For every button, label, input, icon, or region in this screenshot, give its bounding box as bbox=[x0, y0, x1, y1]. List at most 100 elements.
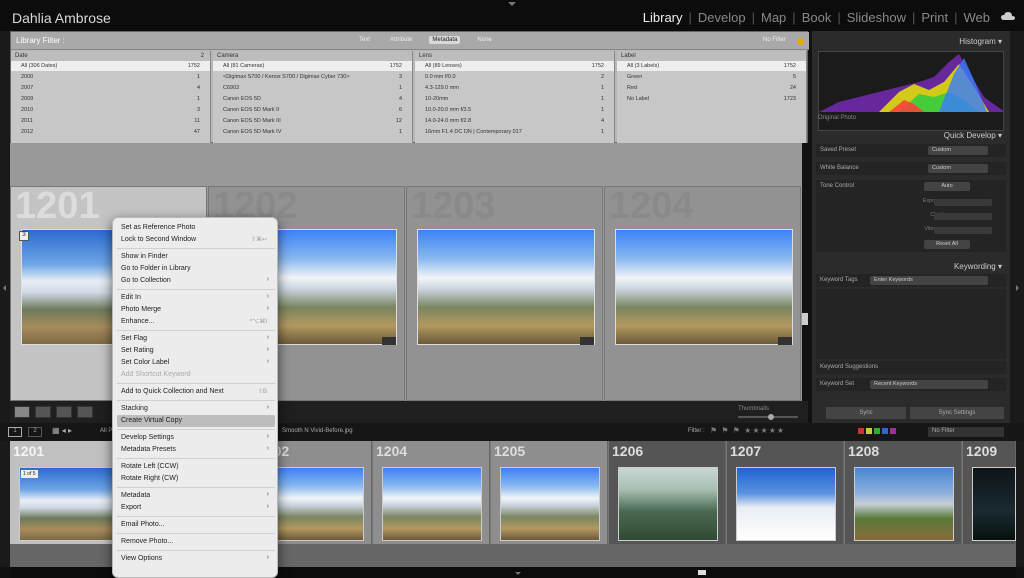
list-item[interactable]: 14.0-24.0 mm f/2.8 4 bbox=[415, 116, 614, 126]
photo-thumbnail[interactable] bbox=[19, 467, 119, 541]
context-menu-item[interactable]: Lock to Second Window ⇧⌘↩ bbox=[113, 234, 277, 246]
context-menu-item[interactable]: Set Flag › bbox=[113, 333, 277, 345]
grid-view-icon[interactable] bbox=[14, 406, 30, 418]
list-item[interactable]: 10-20mm 1 bbox=[415, 94, 614, 104]
reset-all-button[interactable]: Reset All bbox=[924, 240, 970, 249]
survey-view-icon[interactable] bbox=[77, 406, 93, 418]
photo-thumbnail[interactable] bbox=[618, 467, 718, 541]
context-menu-item[interactable]: Set as Reference Photo bbox=[113, 222, 277, 234]
photo-thumbnail[interactable] bbox=[500, 467, 600, 541]
sync-settings-button[interactable]: Sync Settings bbox=[910, 407, 1004, 419]
context-menu-item[interactable]: Export › bbox=[113, 502, 277, 514]
context-menu-item[interactable]: Edit In › bbox=[113, 292, 277, 304]
context-menu-item[interactable]: Photo Merge › bbox=[113, 304, 277, 316]
tab-metadata[interactable]: Metadata bbox=[429, 36, 461, 44]
module-map[interactable]: Map bbox=[755, 10, 792, 25]
keyword-text-area[interactable] bbox=[816, 289, 1006, 359]
context-menu-item[interactable]: Metadata Presets › bbox=[113, 444, 277, 456]
context-menu-item[interactable]: View Options › bbox=[113, 553, 277, 565]
collapse-bottom-icon[interactable] bbox=[515, 572, 521, 575]
filmstrip-cell[interactable]: 1204 bbox=[373, 441, 490, 544]
main-window-button[interactable]: 1 bbox=[8, 427, 22, 437]
list-item[interactable]: Green 5 bbox=[617, 72, 806, 82]
list-item[interactable]: Canon EOS 5D 4 bbox=[213, 94, 412, 104]
photo-thumbnail[interactable] bbox=[854, 467, 954, 541]
list-item[interactable]: 4.3-129.0 mm 1 bbox=[415, 83, 614, 93]
filmstrip-path-prefix[interactable]: All P bbox=[100, 428, 112, 434]
keyword-set-select[interactable]: Recent Keywords bbox=[870, 380, 988, 389]
filmstrip-cell[interactable]: 1205 bbox=[491, 441, 608, 544]
photo-thumbnail[interactable] bbox=[972, 467, 1016, 541]
context-menu-item[interactable]: Rotate Right (CW) bbox=[113, 473, 277, 485]
grid-nav-icon[interactable]: ▦ ◂ ▸ bbox=[52, 426, 72, 435]
list-item[interactable]: All (3 Labels) 1752 bbox=[617, 61, 806, 71]
context-menu-item[interactable]: Develop Settings › bbox=[113, 432, 277, 444]
module-web[interactable]: Web bbox=[958, 10, 997, 25]
sync-button[interactable]: Sync bbox=[826, 407, 906, 419]
tab-attribute[interactable]: Attribute bbox=[387, 36, 415, 44]
vibrance-buttons[interactable] bbox=[934, 227, 992, 234]
context-menu-item[interactable]: Stacking › bbox=[113, 403, 277, 415]
filmstrip-scroll-thumb[interactable] bbox=[698, 570, 706, 575]
list-item[interactable]: 10.0-20.0 mm f/3.5 1 bbox=[415, 105, 614, 115]
list-item[interactable]: 2011 11 bbox=[11, 116, 210, 126]
grid-cell[interactable]: 1203 bbox=[406, 185, 603, 401]
collapse-right-icon[interactable] bbox=[1016, 285, 1019, 291]
filmstrip-cell[interactable]: 1201 1 of 5 bbox=[10, 441, 127, 544]
list-item[interactable]: 2009 1 bbox=[11, 94, 210, 104]
slider-handle[interactable] bbox=[768, 414, 774, 420]
photo-thumbnail[interactable] bbox=[264, 467, 364, 541]
filter-preset[interactable]: No Filter bbox=[763, 37, 786, 43]
filter-select[interactable]: No Filter bbox=[928, 427, 1004, 437]
list-item[interactable]: Canon EOS 5D Mark II 6 bbox=[213, 105, 412, 115]
list-item[interactable]: All (81 Cameras) 1752 bbox=[213, 61, 412, 71]
collapse-left-icon[interactable] bbox=[3, 285, 6, 291]
list-item[interactable]: All (306 Dates) 1752 bbox=[11, 61, 210, 71]
context-menu-item[interactable]: Email Photo... bbox=[113, 519, 277, 531]
tab-text[interactable]: Text bbox=[356, 36, 373, 44]
tab-none[interactable]: None bbox=[474, 36, 494, 44]
list-item[interactable]: <Digimax S700 / Kenox S700 / Digimax Cyb… bbox=[213, 72, 412, 82]
list-item[interactable]: 2012 47 bbox=[11, 127, 210, 137]
filter-stars-icon[interactable]: ⚑ ⚑ ⚑ ★★★★★ bbox=[710, 426, 785, 435]
context-menu-item[interactable]: Enhance... ^⌥⌘I bbox=[113, 316, 277, 328]
saved-preset-select[interactable]: Custom bbox=[928, 146, 988, 155]
list-item[interactable]: 2010 3 bbox=[11, 105, 210, 115]
list-item[interactable]: C6903 1 bbox=[213, 83, 412, 93]
filmstrip-cell[interactable]: 1209 bbox=[963, 441, 1016, 544]
cloud-icon[interactable] bbox=[1001, 12, 1015, 21]
second-window-button[interactable]: 2 bbox=[28, 427, 42, 437]
module-print[interactable]: Print bbox=[915, 10, 954, 25]
collapse-top-icon[interactable] bbox=[508, 2, 516, 6]
list-item[interactable]: No Label 1723 bbox=[617, 94, 806, 104]
left-panel-edge[interactable] bbox=[0, 31, 10, 567]
module-library[interactable]: Library bbox=[637, 10, 689, 25]
auto-button[interactable]: Auto bbox=[924, 182, 970, 191]
module-slideshow[interactable]: Slideshow bbox=[841, 10, 912, 25]
histogram-header[interactable]: Histogram ▾ bbox=[812, 34, 1010, 48]
list-item[interactable]: Canon EOS 5D Mark IV 1 bbox=[213, 127, 412, 137]
lock-icon[interactable] bbox=[797, 37, 804, 45]
filmstrip-cell[interactable]: 1207 bbox=[727, 441, 844, 544]
quick-develop-header[interactable]: Quick Develop ▾ bbox=[812, 128, 1010, 142]
compare-view-icon[interactable] bbox=[56, 406, 72, 418]
keyword-suggestions-row[interactable]: Keyword Suggestions bbox=[816, 361, 1006, 374]
exposure-buttons[interactable] bbox=[934, 199, 992, 206]
loupe-view-icon[interactable] bbox=[35, 406, 51, 418]
context-menu-item[interactable]: Set Color Label › bbox=[113, 357, 277, 369]
context-menu-item[interactable]: Metadata › bbox=[113, 490, 277, 502]
photo-thumbnail[interactable] bbox=[736, 467, 836, 541]
list-item[interactable]: All (89 Lenses) 1752 bbox=[415, 61, 614, 71]
photo-thumbnail[interactable] bbox=[382, 467, 482, 541]
white-balance-select[interactable]: Custom bbox=[928, 164, 988, 173]
context-menu-item[interactable]: Set Rating › bbox=[113, 345, 277, 357]
keyword-tags-select[interactable]: Enter Keywords bbox=[870, 276, 988, 285]
context-menu-item[interactable]: Add to Quick Collection and Next ⇧B bbox=[113, 386, 277, 398]
module-develop[interactable]: Develop bbox=[692, 10, 752, 25]
context-menu-item[interactable]: Remove Photo... bbox=[113, 536, 277, 548]
list-item[interactable]: Red 24 bbox=[617, 83, 806, 93]
filmstrip-path[interactable]: Smooth N Vivid-Before.jpg bbox=[282, 428, 353, 434]
context-menu-item[interactable]: Rotate Left (CCW) bbox=[113, 461, 277, 473]
context-menu-item[interactable]: Go to Folder in Library bbox=[113, 263, 277, 275]
stack-badge[interactable]: 1 of 5 bbox=[21, 470, 38, 478]
